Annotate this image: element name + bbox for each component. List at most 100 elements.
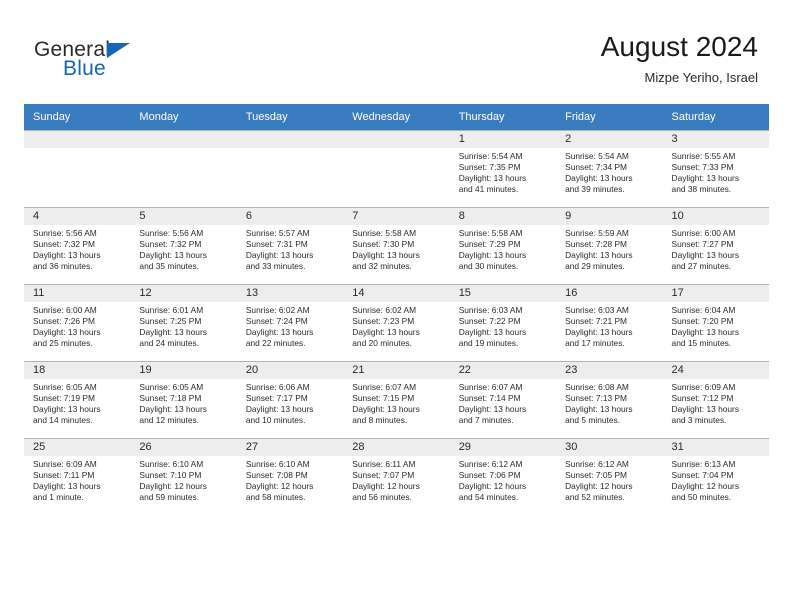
day-info-line: and 27 minutes. [671, 260, 732, 271]
day-info-line: Daylight: 13 hours [671, 249, 740, 260]
calendar-cell: 3 Sunrise: 5:55 AM Sunset: 7:33 PM Daylight… [662, 130, 769, 208]
day-cell-23[interactable]: 23 Sunrise: 6:08 AM Sunset: 7:13 PM Dayligh… [556, 362, 663, 438]
day-cell-9[interactable]: 9 Sunrise: 5:59 AM Sunset: 7:28 PM Daylight… [556, 208, 663, 284]
day-info-line: Daylight: 12 hours [458, 480, 527, 491]
calendar-body: 1 Sunrise: 5:54 AM Sunset: 7:35 PM Daylight… [24, 130, 769, 515]
day-cell-28[interactable]: 28 Sunrise: 6:11 AM Sunset: 7:07 PM Dayligh… [343, 439, 450, 515]
calendar-week-row: 1 Sunrise: 5:54 AM Sunset: 7:35 PM Daylight… [24, 130, 769, 208]
day-info-line: Sunrise: 6:11 AM [352, 459, 416, 469]
day-info-line: Daylight: 13 hours [352, 249, 420, 260]
day-number: 19 [130, 362, 237, 379]
day-cell-5[interactable]: 5 Sunrise: 5:56 AM Sunset: 7:32 PM Daylight… [130, 208, 237, 284]
day-cell-3[interactable]: 3 Sunrise: 5:55 AM Sunset: 7:33 PM Daylight… [662, 131, 769, 207]
page-subtitle: Mizpe Yeriho, Israel [644, 70, 758, 85]
day-cell-21[interactable]: 21 Sunrise: 6:07 AM Sunset: 7:15 PM Dayligh… [343, 362, 450, 438]
day-info-line: Sunrise: 6:07 AM [458, 382, 523, 392]
day-info-line: Daylight: 13 hours [245, 249, 314, 260]
day-number: 30 [556, 439, 663, 456]
day-info-line: and 10 minutes. [245, 414, 306, 425]
day-info-line: and 50 minutes. [671, 491, 732, 502]
day-number: 23 [556, 362, 663, 379]
day-info-line: Sunset: 7:06 PM [458, 469, 521, 480]
day-cell-19[interactable]: 19 Sunrise: 6:05 AM Sunset: 7:18 PM Dayligh… [130, 362, 237, 438]
day-info-line: Daylight: 13 hours [245, 403, 314, 414]
calendar-cell: 15 Sunrise: 6:03 AM Sunset: 7:22 PM Dayligh… [449, 284, 557, 362]
day-cell-26[interactable]: 26 Sunrise: 6:10 AM Sunset: 7:10 PM Dayligh… [130, 439, 237, 515]
day-info-line: and 12 minutes. [139, 414, 200, 425]
day-number: 13 [236, 285, 344, 302]
day-cell-10[interactable]: 10 Sunrise: 6:00 AM Sunset: 7:27 PM Dayligh… [662, 208, 769, 284]
day-info-line: Sunrise: 5:57 AM [245, 228, 310, 238]
day-cell-18[interactable]: 18 Sunrise: 6:05 AM Sunset: 7:19 PM Dayligh… [24, 362, 131, 438]
day-info-line: Daylight: 13 hours [458, 249, 527, 260]
day-info-line: and 22 minutes. [245, 337, 306, 348]
day-info-line: Sunset: 7:29 PM [458, 238, 521, 249]
day-cell-2[interactable]: 2 Sunrise: 5:54 AM Sunset: 7:34 PM Daylight… [556, 131, 663, 207]
day-sun-info: Sunrise: 6:09 AM Sunset: 7:11 PM Daylight:… [24, 456, 130, 503]
day-info-line: Daylight: 12 hours [565, 480, 633, 491]
weekday-header-wednesday: Wednesday [343, 104, 450, 131]
day-info-line: Sunset: 7:24 PM [245, 315, 308, 326]
day-cell-29[interactable]: 29 Sunrise: 6:12 AM Sunset: 7:06 PM Dayligh… [449, 439, 557, 515]
day-info-line: Daylight: 12 hours [352, 480, 420, 491]
calendar-cell: 28 Sunrise: 6:11 AM Sunset: 7:07 PM Dayligh… [343, 438, 450, 515]
calendar-cell: 23 Sunrise: 6:08 AM Sunset: 7:13 PM Dayligh… [556, 361, 663, 439]
day-sun-info: Sunrise: 6:05 AM Sunset: 7:18 PM Daylight:… [130, 379, 236, 426]
day-info-line: Daylight: 12 hours [139, 480, 207, 491]
day-cell-27[interactable]: 27 Sunrise: 6:10 AM Sunset: 7:08 PM Dayligh… [236, 439, 344, 515]
weekday-header-saturday: Saturday [662, 104, 769, 131]
calendar-header-row: Sunday Monday Tuesday Wednesday Thursday Frid… [24, 104, 769, 131]
day-info-line: Sunrise: 5:59 AM [565, 228, 629, 238]
day-info-line: and 1 minute. [33, 491, 84, 502]
day-info-line: and 29 minutes. [565, 260, 625, 271]
day-number: 12 [130, 285, 237, 302]
day-info-line: Sunrise: 6:00 AM [33, 305, 97, 315]
day-cell-4[interactable]: 4 Sunrise: 5:56 AM Sunset: 7:32 PM Daylight… [24, 208, 131, 284]
day-sun-info: Sunrise: 5:59 AM Sunset: 7:28 PM Daylight:… [556, 225, 662, 272]
day-cell-20[interactable]: 20 Sunrise: 6:06 AM Sunset: 7:17 PM Dayligh… [236, 362, 344, 438]
day-number: 28 [343, 439, 450, 456]
day-cell-25[interactable]: 25 Sunrise: 6:09 AM Sunset: 7:11 PM Dayligh… [24, 439, 131, 515]
day-cell-8[interactable]: 8 Sunrise: 5:58 AM Sunset: 7:29 PM Daylight… [449, 208, 557, 284]
day-cell-12[interactable]: 12 Sunrise: 6:01 AM Sunset: 7:25 PM Dayligh… [130, 285, 237, 361]
day-cell-13[interactable]: 13 Sunrise: 6:02 AM Sunset: 7:24 PM Dayligh… [236, 285, 344, 361]
calendar-week-row: 18 Sunrise: 6:05 AM Sunset: 7:19 PM Dayligh… [24, 361, 769, 439]
day-cell-17[interactable]: 17 Sunrise: 6:04 AM Sunset: 7:20 PM Dayligh… [662, 285, 769, 361]
day-number: 2 [556, 131, 663, 148]
day-cell-1[interactable]: 1 Sunrise: 5:54 AM Sunset: 7:35 PM Daylight… [449, 131, 557, 207]
day-info-line: Sunset: 7:26 PM [33, 315, 95, 326]
day-cell-11[interactable]: 11 Sunrise: 6:00 AM Sunset: 7:26 PM Dayligh… [24, 285, 131, 361]
day-cell-7[interactable]: 7 Sunrise: 5:58 AM Sunset: 7:30 PM Daylight… [343, 208, 450, 284]
weekday-header-friday: Friday [556, 104, 663, 131]
calendar-grid: Sunday Monday Tuesday Wednesday Thursday Frid… [24, 104, 769, 515]
day-number: 9 [556, 208, 663, 225]
day-cell-22[interactable]: 22 Sunrise: 6:07 AM Sunset: 7:14 PM Dayligh… [449, 362, 557, 438]
day-cell-16[interactable]: 16 Sunrise: 6:03 AM Sunset: 7:21 PM Dayligh… [556, 285, 663, 361]
day-info-line: Sunset: 7:17 PM [245, 392, 308, 403]
day-sun-info: Sunrise: 6:05 AM Sunset: 7:19 PM Daylight:… [24, 379, 130, 426]
day-cell-24[interactable]: 24 Sunrise: 6:09 AM Sunset: 7:12 PM Dayligh… [662, 362, 769, 438]
calendar-cell: 10 Sunrise: 6:00 AM Sunset: 7:27 PM Dayligh… [662, 207, 769, 285]
day-cell-14[interactable]: 14 Sunrise: 6:02 AM Sunset: 7:23 PM Dayligh… [343, 285, 450, 361]
logo-triangle-icon [107, 43, 130, 58]
calendar-cell: 4 Sunrise: 5:56 AM Sunset: 7:32 PM Daylight… [24, 207, 131, 285]
day-info-line: and 3 minutes. [671, 414, 727, 425]
calendar-cell: 30 Sunrise: 6:12 AM Sunset: 7:05 PM Dayligh… [556, 438, 663, 515]
day-number [343, 131, 450, 148]
day-info-line: Sunset: 7:18 PM [139, 392, 202, 403]
day-sun-info: Sunrise: 5:55 AM Sunset: 7:33 PM Daylight:… [663, 148, 769, 195]
calendar-cell: 11 Sunrise: 6:00 AM Sunset: 7:26 PM Dayligh… [24, 284, 131, 362]
day-info-line: Sunrise: 6:05 AM [139, 382, 204, 392]
day-info-line: Sunrise: 6:06 AM [245, 382, 310, 392]
day-sun-info: Sunrise: 6:10 AM Sunset: 7:10 PM Daylight:… [130, 456, 236, 503]
day-cell-15[interactable]: 15 Sunrise: 6:03 AM Sunset: 7:22 PM Dayligh… [449, 285, 557, 361]
day-info-line: Sunset: 7:20 PM [671, 315, 734, 326]
day-cell-6[interactable]: 6 Sunrise: 5:57 AM Sunset: 7:31 PM Daylight… [236, 208, 344, 284]
day-info-line: Daylight: 13 hours [33, 249, 101, 260]
general-blue-logo[interactable]: General Blue [34, 38, 234, 86]
day-info-line: Daylight: 13 hours [33, 326, 101, 337]
day-cell-31[interactable]: 31 Sunrise: 6:13 AM Sunset: 7:04 PM Dayligh… [662, 439, 769, 515]
calendar-week-row: 11 Sunrise: 6:00 AM Sunset: 7:26 PM Dayligh… [24, 284, 769, 362]
day-cell-30[interactable]: 30 Sunrise: 6:12 AM Sunset: 7:05 PM Dayligh… [556, 439, 663, 515]
day-info-line: and 38 minutes. [671, 183, 732, 194]
